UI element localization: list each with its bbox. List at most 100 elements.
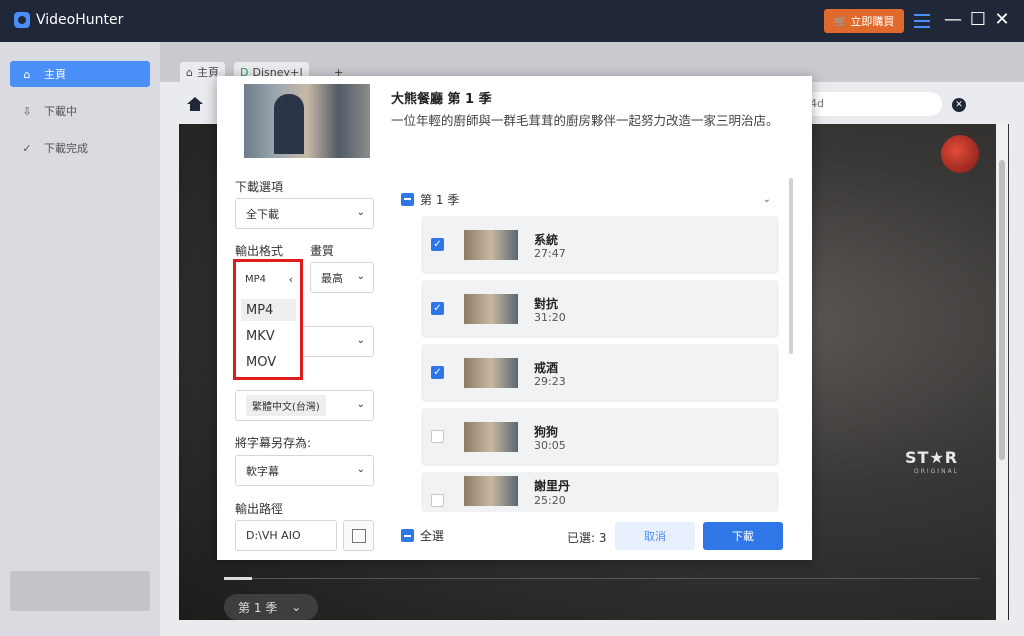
quality-label: 畫質 xyxy=(310,244,335,258)
buy-now-button[interactable]: 🛒 立即購買 xyxy=(824,9,904,33)
quality-select[interactable]: 最高 ⌄ xyxy=(310,262,374,293)
check-circle-icon: ✓ xyxy=(22,141,32,155)
episode-title: 戒酒 xyxy=(534,361,559,375)
subtitle-language-value: 繁體中文(台灣) xyxy=(246,395,326,416)
download-icon: ⇩ xyxy=(22,104,32,118)
format-select[interactable]: MP4 ‹ xyxy=(239,268,297,290)
episode-row[interactable]: 謝里丹 25:20 xyxy=(421,472,779,512)
quality-value: 最高 xyxy=(321,271,343,285)
video-tab-active-indicator xyxy=(224,577,252,580)
subtitle-language-select[interactable]: 繁體中文(台灣) ⌄ xyxy=(235,390,374,421)
episode-title: 對抗 xyxy=(534,297,559,311)
show-description: 一位年輕的廚師與一群毛茸茸的廚房夥伴一起努力改造一家三明治店。 xyxy=(391,113,779,128)
chevron-down-icon: ⌄ xyxy=(356,464,365,475)
episode-checkbox[interactable]: ✓ xyxy=(431,238,444,251)
chevron-down-icon: ⌄ xyxy=(291,600,302,614)
episode-thumbnail xyxy=(464,422,518,452)
episode-checkbox[interactable]: ✓ xyxy=(431,302,444,315)
episode-row[interactable]: ✓ 系統 27:47 xyxy=(421,216,779,274)
episode-duration: 29:23 xyxy=(534,375,566,388)
format-option-mp4[interactable]: MP4 xyxy=(241,299,296,321)
select-all-label: 全選 xyxy=(420,529,445,543)
buy-now-label: 立即購買 xyxy=(850,15,895,28)
download-button[interactable]: 下載 xyxy=(703,522,783,550)
select-all[interactable]: 全選 xyxy=(401,527,444,544)
subtitle-save-select[interactable]: 軟字幕 ⌄ xyxy=(235,455,374,486)
download-option-label: 下載選項 xyxy=(235,180,284,194)
app-logo-icon xyxy=(14,12,30,28)
season-label: 第 1 季 xyxy=(420,192,460,207)
sidebar-bottom-panel xyxy=(10,571,150,611)
episode-row[interactable]: ✓ 戒酒 29:23 xyxy=(421,344,779,402)
chevron-left-icon: ‹ xyxy=(288,272,293,286)
sidebar: ⌂ 主頁 ⇩ 下載中 ✓ 下載完成 xyxy=(0,42,160,636)
browse-folder-button[interactable] xyxy=(343,520,374,551)
sidebar-item-downloading[interactable]: ⇩ 下載中 xyxy=(10,98,150,124)
output-path-input[interactable]: D:\VH AIO xyxy=(235,520,337,551)
download-option-select[interactable]: 全下載 ⌄ xyxy=(235,198,374,229)
season-checkbox[interactable] xyxy=(401,192,414,206)
episode-row[interactable]: ✓ 對抗 31:20 xyxy=(421,280,779,338)
sidebar-item-label: 下載完成 xyxy=(44,142,88,155)
episode-duration: 31:20 xyxy=(534,311,566,324)
video-tabs-divider xyxy=(224,578,980,579)
show-thumbnail xyxy=(244,84,370,158)
minimize-icon[interactable]: — xyxy=(943,10,963,30)
sidebar-item-completed[interactable]: ✓ 下載完成 xyxy=(10,135,150,161)
url-input[interactable]: 4d xyxy=(800,92,942,116)
download-dialog: 大熊餐廳 第 1 季 一位年輕的廚師與一群毛茸茸的廚房夥伴一起努力改造一家三明治… xyxy=(217,76,812,560)
sidebar-item-label: 主頁 xyxy=(44,68,66,81)
season-selector-label: 第 1 季 xyxy=(238,600,278,615)
chevron-down-icon: ⌄ xyxy=(356,271,365,282)
episode-title: 系統 xyxy=(534,233,559,247)
cancel-button[interactable]: 取消 xyxy=(615,522,695,550)
episode-row[interactable]: 狗狗 30:05 xyxy=(421,408,779,466)
star-original-sub: ORIGINAL xyxy=(914,468,960,475)
chevron-down-icon[interactable]: ⌄ xyxy=(763,194,771,205)
chevron-down-icon: ⌄ xyxy=(356,207,365,218)
clear-url-icon[interactable]: ✕ xyxy=(952,98,966,112)
avatar[interactable] xyxy=(941,135,979,173)
cart-icon: 🛒 xyxy=(833,14,848,28)
title-bar: VideoHunter 🛒 立即購買 — ☐ ✕ xyxy=(0,0,1024,42)
chevron-down-icon: ⌄ xyxy=(356,399,365,410)
show-title: 大熊餐廳 第 1 季 xyxy=(391,92,492,107)
chevron-down-icon: ⌄ xyxy=(356,335,365,346)
format-value: MP4 xyxy=(245,273,267,285)
episode-duration: 25:20 xyxy=(534,494,566,507)
episode-duration: 27:47 xyxy=(534,247,566,260)
home-icon: ⌂ xyxy=(23,67,31,81)
episode-checkbox[interactable] xyxy=(431,430,444,443)
format-label: 輸出格式 xyxy=(235,244,284,258)
select-all-checkbox[interactable] xyxy=(401,529,414,542)
episode-thumbnail xyxy=(464,476,518,506)
season-selector[interactable]: 第 1 季 ⌄ xyxy=(224,594,318,620)
sidebar-item-home[interactable]: ⌂ 主頁 xyxy=(10,61,150,87)
home-icon: ⌂ xyxy=(186,65,193,79)
episode-checkbox[interactable]: ✓ xyxy=(431,366,444,379)
episode-checkbox[interactable] xyxy=(431,494,444,507)
selected-count: 已選: 3 xyxy=(567,531,607,545)
format-dropdown-highlight: MP4 ‹ MP4 MKV MOV xyxy=(233,259,303,380)
episode-title: 狗狗 xyxy=(534,425,559,439)
output-path-label: 輸出路徑 xyxy=(235,502,284,516)
episode-thumbnail xyxy=(464,230,518,260)
download-option-value: 全下載 xyxy=(246,207,279,221)
episode-title: 謝里丹 xyxy=(534,479,571,493)
page-scrollbar-thumb[interactable] xyxy=(999,160,1005,460)
tab-label: 主頁 xyxy=(196,66,219,79)
episode-thumbnail xyxy=(464,294,518,324)
episode-duration: 30:05 xyxy=(534,439,566,452)
subtitle-save-label: 將字幕另存為: xyxy=(235,436,312,450)
browser-home-icon[interactable] xyxy=(186,96,204,112)
star-original-logo: ST★R xyxy=(905,448,959,467)
sidebar-item-label: 下載中 xyxy=(44,105,77,118)
format-option-mov[interactable]: MOV xyxy=(241,351,296,373)
episode-thumbnail xyxy=(464,358,518,388)
format-option-mkv[interactable]: MKV xyxy=(241,325,296,347)
season-header[interactable]: 第 1 季 ⌄ xyxy=(401,188,781,210)
close-icon[interactable]: ✕ xyxy=(992,10,1012,30)
episode-list-scrollbar[interactable] xyxy=(789,178,793,354)
maximize-icon[interactable]: ☐ xyxy=(968,10,988,30)
menu-icon[interactable] xyxy=(914,14,930,28)
